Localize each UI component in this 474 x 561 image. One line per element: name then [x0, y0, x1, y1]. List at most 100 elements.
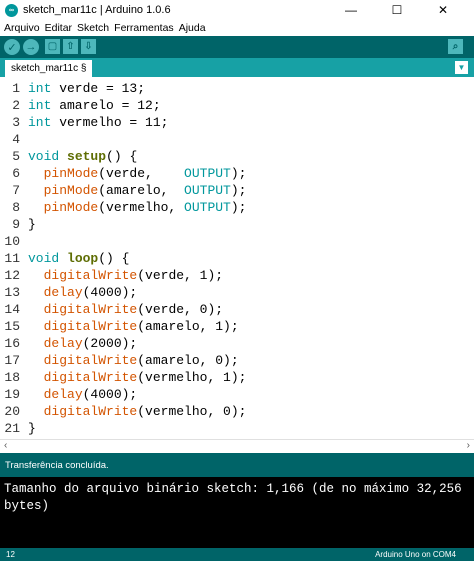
save-sketch-button[interactable]: ⇩ — [81, 39, 96, 54]
menu-arquivo[interactable]: Arquivo — [4, 22, 40, 34]
code-token: delay — [43, 387, 83, 402]
code-token: (verde, 1); — [137, 268, 224, 283]
tab-sketch[interactable]: sketch_mar11c § — [5, 60, 93, 77]
code-token: setup — [67, 149, 107, 164]
tab-bar: sketch_mar11c § ▼ — [0, 58, 474, 77]
code-token: (vermelho, — [98, 200, 185, 215]
line-code: digitalWrite(amarelo, 0); — [28, 352, 239, 369]
line-number: 7 — [12, 183, 20, 198]
line-number: 4 — [12, 132, 20, 147]
code-token: vermelho = 11; — [51, 115, 169, 130]
code-token: digitalWrite — [43, 353, 138, 368]
line-code: } — [28, 216, 36, 233]
code-token: loop — [67, 251, 99, 266]
code-token: int — [28, 115, 52, 130]
serial-monitor-button[interactable]: ⌕ — [448, 39, 463, 54]
line-code: void loop() { — [28, 250, 129, 267]
menu-editar[interactable]: Editar — [45, 22, 72, 34]
line-code: int vermelho = 11; — [28, 114, 168, 131]
code-token: digitalWrite — [43, 302, 138, 317]
line-code: void setup() { — [28, 148, 137, 165]
scroll-left-icon[interactable]: ‹ — [4, 440, 7, 451]
close-button[interactable]: ✕ — [424, 0, 462, 20]
code-token: (4000); — [82, 387, 138, 402]
code-token: () { — [106, 149, 138, 164]
code-token: delay — [43, 336, 83, 351]
toolbar: ✓ → ▢ ⇧ ⇩ ⌕ — [0, 36, 474, 58]
code-token: OUTPUT — [184, 166, 231, 181]
window-title: sketch_mar11c | Arduino 1.0.6 — [23, 4, 171, 16]
line-code: digitalWrite(amarelo, 1); — [28, 318, 239, 335]
open-sketch-button[interactable]: ⇧ — [63, 39, 78, 54]
menu-ajuda[interactable]: Ajuda — [179, 22, 206, 34]
code-token: (amarelo, 0); — [137, 353, 239, 368]
maximize-button[interactable]: ☐ — [378, 0, 416, 20]
code-token: OUTPUT — [184, 183, 231, 198]
code-token: () { — [98, 251, 130, 266]
line-code: digitalWrite(vermelho, 1); — [28, 369, 247, 386]
line-code: digitalWrite(verde, 1); — [28, 267, 223, 284]
code-token: verde = 13; — [51, 81, 146, 96]
line-number: 10 — [4, 234, 20, 249]
line-number: 5 — [12, 149, 20, 164]
code-token: } — [28, 217, 36, 232]
line-number: 3 — [12, 115, 20, 130]
code-editor[interactable]: 1 int verde = 13; 2 int amarelo = 12; 3 int v… — [0, 77, 474, 439]
code-token: delay — [43, 285, 83, 300]
current-line-number: 12 — [6, 550, 15, 559]
code-token: ); — [230, 183, 247, 198]
minimize-button[interactable]: — — [332, 0, 370, 20]
line-code: pinMode(vermelho, OUTPUT); — [28, 199, 247, 216]
line-code: int amarelo = 12; — [28, 97, 161, 114]
status-bar: Transferência concluída. — [0, 453, 474, 477]
line-number: 21 — [4, 421, 20, 436]
scroll-right-icon[interactable]: › — [467, 440, 470, 451]
menu-sketch[interactable]: Sketch — [77, 22, 109, 34]
verify-button[interactable]: ✓ — [4, 39, 20, 55]
line-number: 13 — [4, 285, 20, 300]
line-number: 16 — [4, 336, 20, 351]
line-number: 15 — [4, 319, 20, 334]
new-sketch-button[interactable]: ▢ — [45, 39, 60, 54]
code-token: (verde, 0); — [137, 302, 224, 317]
code-token: pinMode — [43, 183, 99, 198]
console-output: Tamanho do arquivo binário sketch: 1,166… — [0, 477, 474, 548]
menu-bar: Arquivo Editar Sketch Ferramentas Ajuda — [0, 20, 474, 36]
title-bar: ∞ sketch_mar11c | Arduino 1.0.6 — ☐ ✕ — [0, 0, 474, 20]
code-token: digitalWrite — [43, 404, 138, 419]
vertical-scrollbar[interactable] — [464, 77, 474, 439]
line-code: } — [28, 420, 36, 437]
code-token: (vermelho, 1); — [137, 370, 247, 385]
horizontal-scrollbar[interactable]: ‹ › — [0, 439, 474, 454]
line-number: 1 — [12, 81, 20, 96]
code-token: digitalWrite — [43, 268, 138, 283]
code-token: void — [28, 149, 60, 164]
code-token: OUTPUT — [184, 200, 231, 215]
code-token: int — [28, 81, 52, 96]
line-number: 9 — [12, 217, 20, 232]
code-token: void — [28, 251, 60, 266]
line-code: int verde = 13; — [28, 80, 145, 97]
line-number: 14 — [4, 302, 20, 317]
line-code: pinMode(verde, OUTPUT); — [28, 165, 247, 182]
upload-button[interactable]: → — [23, 39, 39, 55]
console-line: bytes) — [4, 499, 50, 513]
code-token: (verde, — [98, 166, 185, 181]
line-number: 18 — [4, 370, 20, 385]
menu-ferramentas[interactable]: Ferramentas — [114, 22, 174, 34]
code-token: (amarelo, — [98, 183, 185, 198]
code-token: (2000); — [82, 336, 138, 351]
line-code: delay(4000); — [28, 284, 138, 301]
tab-menu-button[interactable]: ▼ — [455, 61, 468, 74]
